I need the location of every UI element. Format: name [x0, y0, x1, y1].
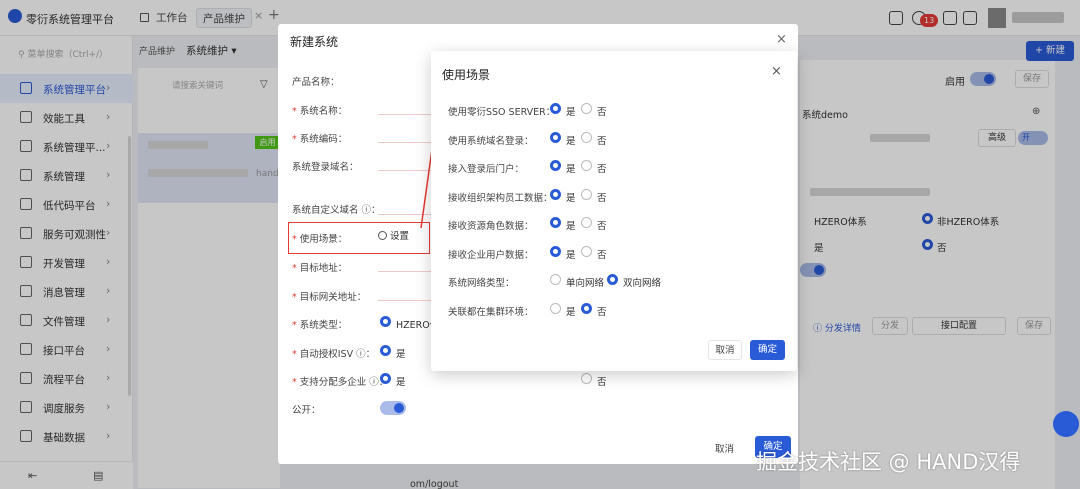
watermark: 掘金技术社区 @ HAND汉得	[756, 450, 1021, 474]
scenario-option-label: 单向网络	[566, 278, 605, 289]
scenario-label: 使用零衍SSO SERVER：	[448, 107, 556, 118]
logout-url-text: om/logout	[410, 479, 459, 489]
scenario-radio[interactable]	[550, 245, 561, 257]
scenario-option-label: 否	[597, 249, 607, 261]
scenario-option-label: 否	[597, 107, 607, 118]
scenario-option-label: 是	[566, 221, 576, 232]
scenario-option-label: 是	[566, 164, 576, 175]
scenario-label: 接收资源角色数据：	[448, 221, 534, 232]
scenario-radio[interactable]	[581, 103, 592, 114]
scenario-radio[interactable]	[581, 245, 592, 257]
scenario-radio[interactable]	[550, 217, 561, 228]
usage-scenario-modal: 使用场景 × 使用零衍SSO SERVER：是否使用系统域名登录：是否接入登录后…	[431, 51, 797, 371]
confirm-button[interactable]: 确定	[750, 340, 785, 360]
scenario-radio[interactable]	[550, 103, 561, 114]
close-icon[interactable]: ×	[771, 64, 782, 79]
scenario-option-label: 双向网络	[623, 278, 662, 289]
scenario-option-label: 是	[566, 107, 576, 118]
scenario-radio[interactable]	[550, 302, 561, 314]
scenario-radio[interactable]	[550, 274, 561, 285]
scenario-option-label: 是	[566, 306, 576, 318]
scenario-radio[interactable]	[581, 217, 592, 228]
scenario-option-label: 是	[566, 135, 576, 147]
scenario-option-label: 是	[566, 249, 576, 261]
scenario-option-label: 否	[597, 192, 607, 204]
scenario-radio[interactable]	[607, 274, 618, 285]
scenario-option-label: 否	[597, 221, 607, 232]
scenario-radio[interactable]	[581, 131, 592, 143]
scenario-label: 使用系统域名登录：	[448, 135, 534, 147]
scenario-radio[interactable]	[581, 188, 592, 200]
scenario-label: 关联都在集群环境：	[448, 306, 534, 318]
scenario-label: 接收企业用户数据：	[448, 249, 534, 261]
scenario-label: 接入登录后门户：	[448, 164, 525, 175]
scenario-radio[interactable]	[550, 160, 561, 171]
cancel-button[interactable]: 取消	[708, 340, 742, 360]
scenario-option-label: 否	[597, 135, 607, 147]
scenario-radio[interactable]	[550, 188, 561, 200]
scenario-radio[interactable]	[550, 131, 561, 143]
scenario-option-label: 否	[597, 164, 607, 175]
scenario-option-label: 是	[566, 192, 576, 204]
chat-bubble-icon[interactable]	[1053, 411, 1079, 437]
scenario-option-label: 否	[597, 306, 607, 318]
scenario-radio[interactable]	[581, 302, 592, 314]
modal-title: 使用场景	[442, 68, 491, 82]
scenario-label: 系统网络类型：	[448, 278, 515, 289]
scenario-radio[interactable]	[581, 160, 592, 171]
scenario-label: 接收组织架构员工数据：	[448, 192, 553, 204]
